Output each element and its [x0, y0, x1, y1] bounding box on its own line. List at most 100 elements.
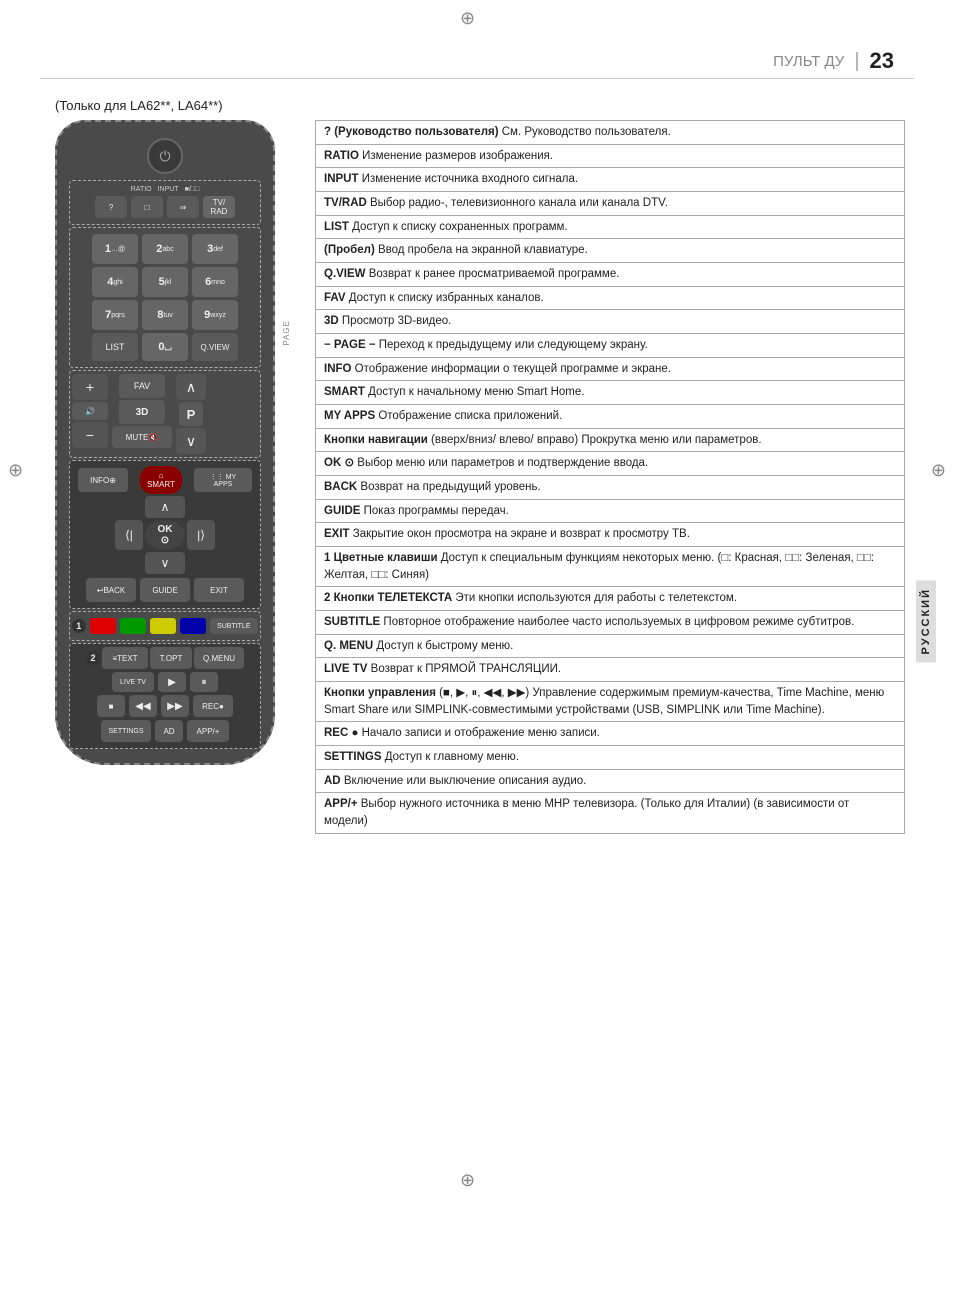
annotation-row: (Пробел) Ввод пробела на экранной клавиа… — [316, 239, 905, 263]
annotation-text: Выбор меню или параметров и подтверждени… — [357, 457, 648, 469]
ok-button[interactable]: OK⊙ — [145, 520, 185, 550]
annotation-cell: REC ● Начало записи и отображение меню з… — [316, 722, 905, 746]
annotation-row: Q. MENU Доступ к быстрому меню. — [316, 634, 905, 658]
annotation-text: Изменение размеров изображения. — [362, 150, 553, 162]
annotation-row: AD Включение или выключение описания ауд… — [316, 769, 905, 793]
annotations-panel: ? (Руководство пользователя) См. Руковод… — [315, 120, 905, 834]
num4-button[interactable]: 4ghi — [92, 267, 138, 297]
rec-button[interactable]: REC● — [193, 695, 233, 717]
num6-button[interactable]: 6mno — [192, 267, 238, 297]
power-button[interactable]: ⏻ — [147, 138, 183, 174]
num3-button[interactable]: 3def — [192, 234, 238, 264]
page-title-separator: | — [854, 50, 859, 73]
stop-button[interactable]: ■ — [97, 695, 125, 717]
num2-button[interactable]: 2abc — [142, 234, 188, 264]
num0-button[interactable]: 0 ⌴ — [142, 333, 188, 361]
nav-up-button[interactable]: ∧ — [145, 496, 185, 518]
pause-button[interactable]: ⏸ — [190, 672, 218, 692]
ch-up-button[interactable]: ∧ — [176, 374, 206, 400]
input-button[interactable]: ⇒ — [167, 196, 199, 218]
annotation-key: FAV — [324, 292, 349, 304]
num8-button[interactable]: 8tuv — [142, 300, 188, 330]
annotation-key: GUIDE — [324, 505, 364, 517]
num9-button[interactable]: 9wxyz — [192, 300, 238, 330]
red-button[interactable] — [90, 618, 116, 634]
input-label: INPUT — [158, 186, 179, 193]
annotation-key: OK ⊙ — [324, 457, 357, 469]
annotation-key: MY APPS — [324, 410, 378, 422]
annotation-key: RATIO — [324, 150, 362, 162]
3d-button[interactable]: 3D — [119, 400, 165, 424]
annotation-cell: ? (Руководство пользователя) См. Руковод… — [316, 121, 905, 145]
exit-button[interactable]: EXIT — [194, 578, 244, 602]
annotation-cell: INPUT Изменение источника входного сигна… — [316, 168, 905, 192]
list-button[interactable]: LIST — [92, 333, 138, 361]
annotation-cell: Кнопки управления (■, ▶, ⏸, ◀◀, ▶▶) Упра… — [316, 682, 905, 722]
my-apps-button[interactable]: ⋮⋮ MYAPPS — [194, 468, 252, 492]
annotation-text: Показ программы передач. — [364, 505, 509, 517]
nav-right-button[interactable]: |⟩ — [187, 520, 215, 550]
qview-button[interactable]: Q.VIEW — [192, 333, 238, 361]
fav-button[interactable]: FAV — [119, 374, 165, 398]
p-label: P — [179, 402, 203, 426]
annotation-row: APP/+ Выбор нужного источника в меню МНР… — [316, 793, 905, 833]
annotation-key: TV/RAD — [324, 197, 370, 209]
mute-button[interactable]: MUTE🔇 — [112, 426, 172, 448]
annotation-cell: RATIO Изменение размеров изображения. — [316, 144, 905, 168]
annotation-cell: FAV Доступ к списку избранных каналов. — [316, 286, 905, 310]
smart-button[interactable]: ⌂SMART — [140, 466, 182, 494]
annotation-cell: BACK Возврат на предыдущий уровень. — [316, 476, 905, 500]
annotation-row: SUBTITLE Повторное отображение наиболее … — [316, 611, 905, 635]
nav-down-button[interactable]: ∨ — [145, 552, 185, 574]
ratio-button[interactable]: □ — [131, 196, 163, 218]
q-menu-button[interactable]: Q.MENU — [194, 647, 244, 669]
annotation-row: 1 Цветные клавиши Доступ к специальным ф… — [316, 547, 905, 587]
vol-up-button[interactable]: + — [72, 374, 108, 400]
annotation-text: Доступ к главному меню. — [385, 751, 519, 763]
blue-button[interactable] — [180, 618, 206, 634]
annotation-cell: Q.VIEW Возврат к ранее просматриваемой п… — [316, 263, 905, 287]
tv-rad-button[interactable]: TV/RAD — [203, 196, 235, 218]
live-tv-button[interactable]: LIVE TV — [112, 672, 154, 692]
annotation-key: LIVE TV — [324, 663, 371, 675]
num7-button[interactable]: 7pqrs — [92, 300, 138, 330]
play-button[interactable]: ▶ — [158, 672, 186, 692]
green-button[interactable] — [120, 618, 146, 634]
annotation-row: SMART Доступ к начальному меню Smart Hom… — [316, 381, 905, 405]
tvrad-label: ■/□□ — [185, 186, 200, 193]
nav-section: INFO⊕ ⌂SMART ⋮⋮ MYAPPS ∧ ⟨| OK⊙ |⟩ ∨ — [69, 460, 261, 609]
t-opt-button[interactable]: T.OPT — [150, 647, 192, 669]
info-button[interactable]: INFO⊕ — [78, 468, 128, 492]
text-button[interactable]: ≡TEXT — [102, 647, 148, 669]
rew-button[interactable]: ◀◀ — [129, 695, 157, 717]
nav-left-button[interactable]: ⟨| — [115, 520, 143, 550]
annotation-row: GUIDE Показ программы передач. — [316, 499, 905, 523]
annotation-key: Q. MENU — [324, 640, 376, 652]
ff-button[interactable]: ▶▶ — [161, 695, 189, 717]
num1-button[interactable]: 1…@ — [92, 234, 138, 264]
annotation-key: APP/+ — [324, 798, 361, 810]
guide-button[interactable]: GUIDE — [140, 578, 190, 602]
user-guide-button[interactable]: ? — [95, 196, 127, 218]
annotation-cell: OK ⊙ Выбор меню или параметров и подтвер… — [316, 452, 905, 476]
annotation-text: Эти кнопки используются для работы с тел… — [455, 592, 737, 604]
annotation-text: Доступ к начальному меню Smart Home. — [368, 386, 584, 398]
annotation-key: 2 Кнопки ТЕЛЕТЕКСТА — [324, 592, 455, 604]
page-title-text: ПУЛЬТ ДУ — [773, 53, 844, 70]
annotation-key: Кнопки управления — [324, 687, 439, 699]
annotation-key: BACK — [324, 481, 360, 493]
annotation-cell: SMART Доступ к начальному меню Smart Hom… — [316, 381, 905, 405]
ch-dn-button[interactable]: ∨ — [176, 428, 206, 454]
annotation-cell: MY APPS Отображение списка приложений. — [316, 405, 905, 429]
annotation-text: Начало записи и отображение меню записи. — [362, 727, 600, 739]
back-button[interactable]: ↩BACK — [86, 578, 136, 602]
color-section: 1 SUBTITLE — [69, 611, 261, 641]
ad-button[interactable]: AD — [155, 720, 183, 742]
app-button[interactable]: APP/+ — [187, 720, 229, 742]
vol-dn-button[interactable]: − — [72, 422, 108, 448]
settings-button[interactable]: SETTINGS — [101, 720, 151, 742]
subtitle-button[interactable]: SUBTITLE — [210, 618, 258, 634]
num5-button[interactable]: 5jkl — [142, 267, 188, 297]
yellow-button[interactable] — [150, 618, 176, 634]
annotation-text: Возврат к ПРЯМОЙ ТРАНСЛЯЦИИ. — [371, 663, 561, 675]
